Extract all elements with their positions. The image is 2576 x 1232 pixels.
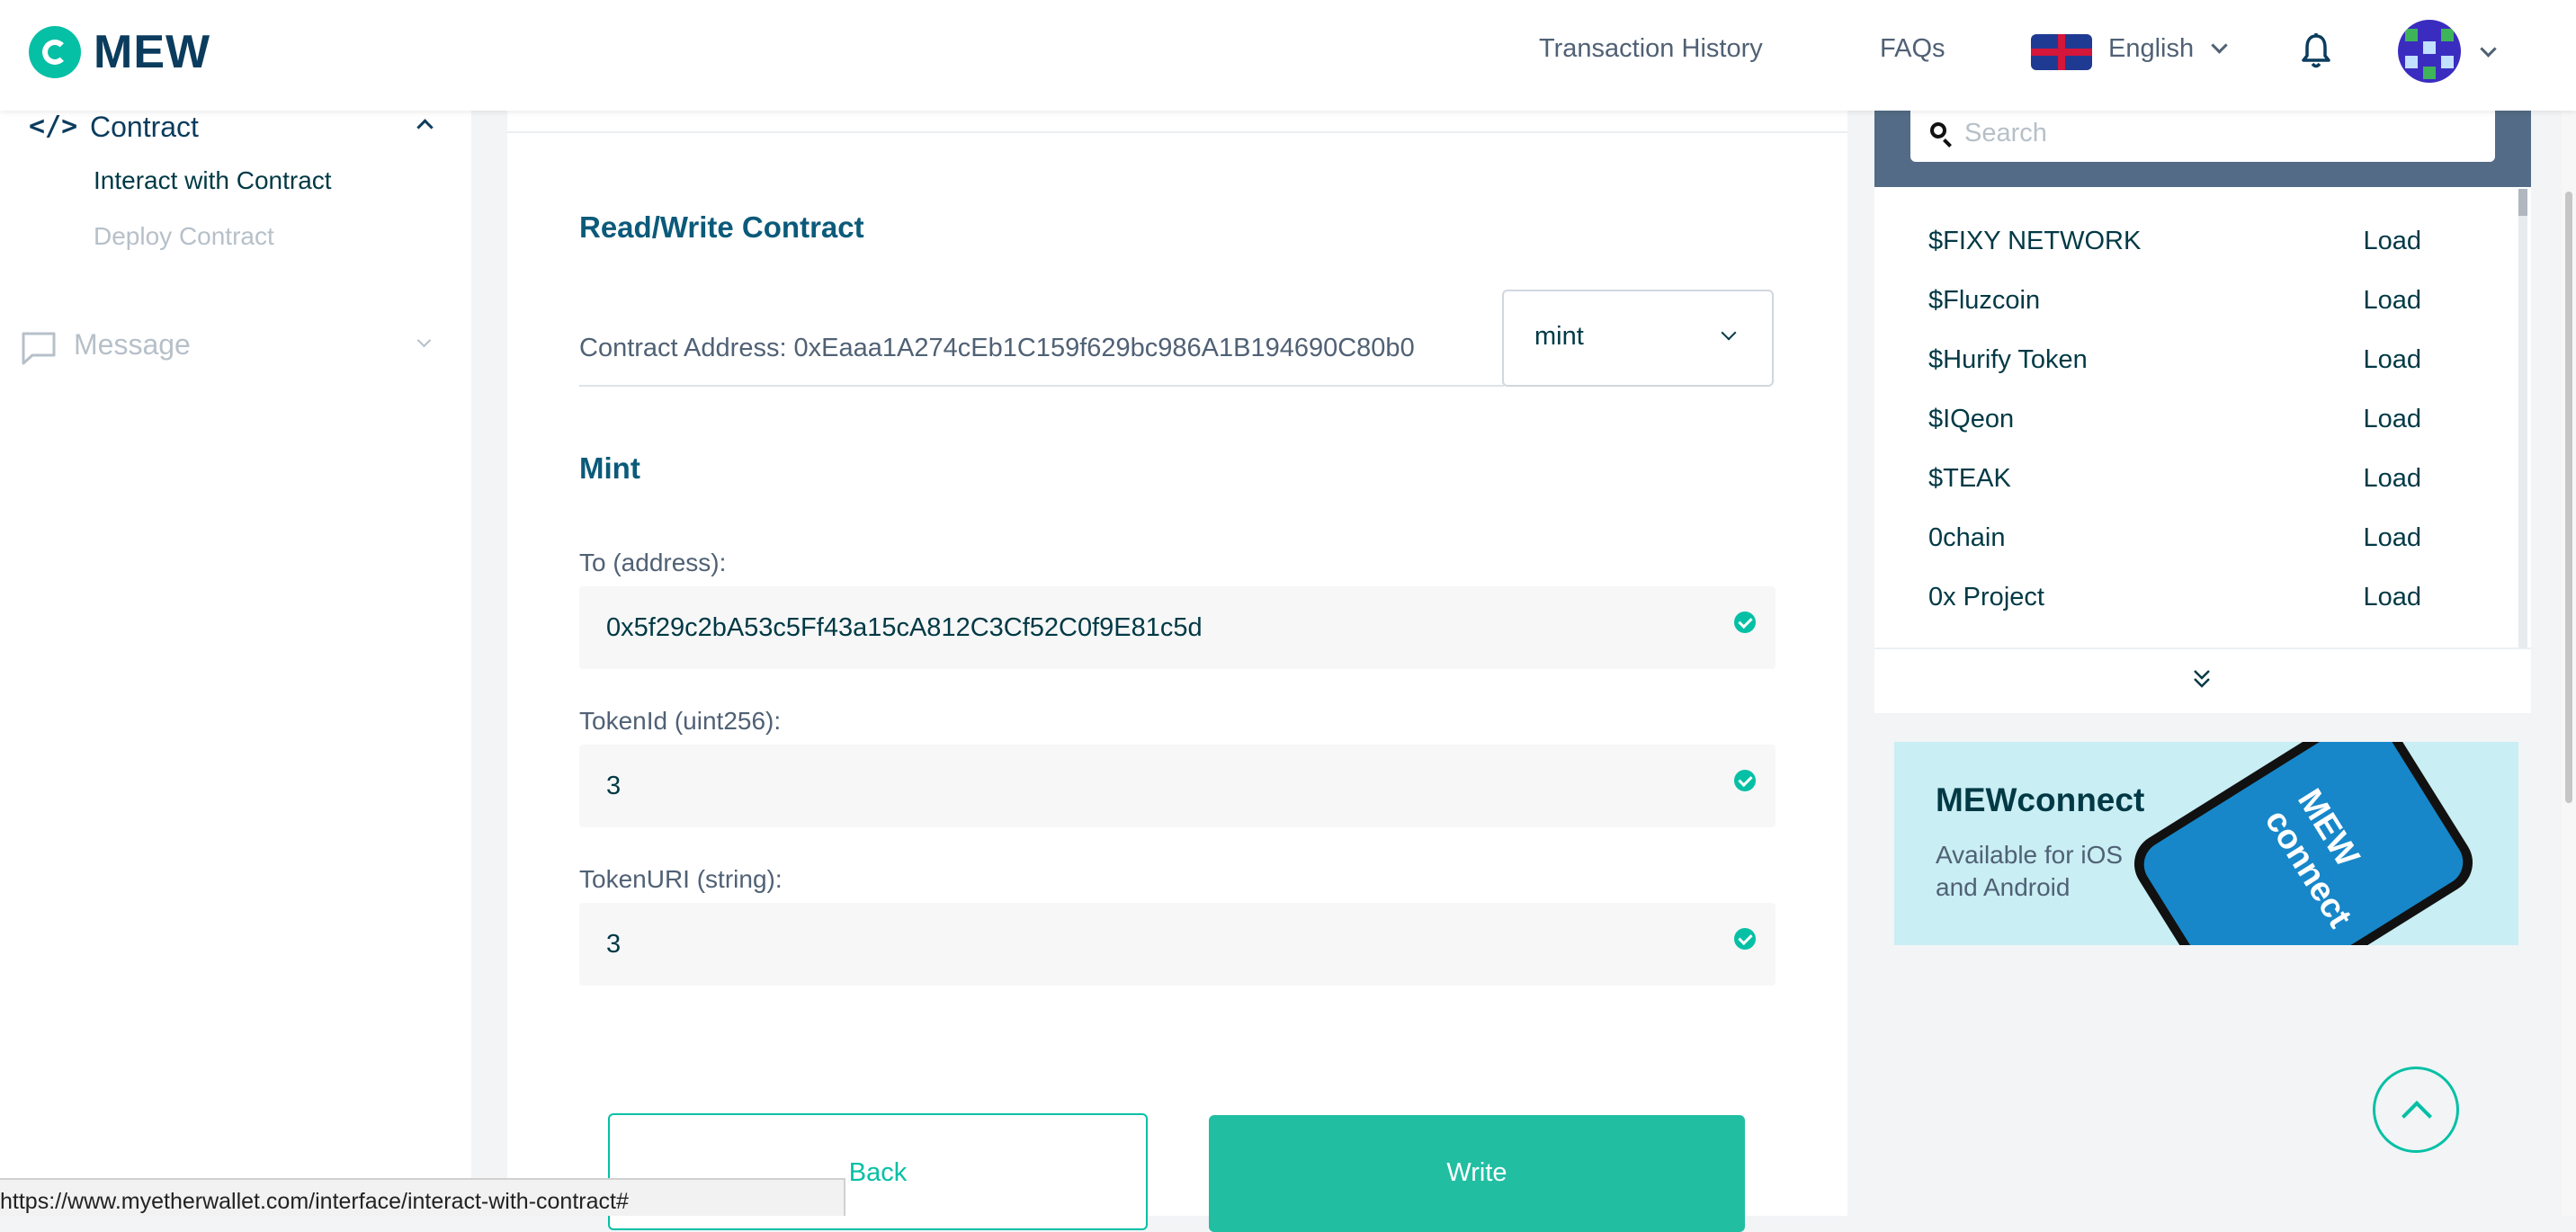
- token-search-input[interactable]: Search: [1910, 106, 2495, 162]
- search-placeholder: Search: [1964, 119, 2047, 147]
- message-icon: [22, 332, 56, 365]
- token-uri-label: TokenURI (string):: [579, 865, 783, 893]
- input-value: 3: [606, 930, 622, 959]
- language-selector[interactable]: English: [2108, 34, 2228, 64]
- uk-flag-icon: [2031, 34, 2092, 70]
- code-icon: </>: [29, 111, 78, 142]
- phone-screen-text: MEW connect: [2257, 782, 2366, 935]
- token-row: $Hurify Token Load: [1928, 345, 2421, 381]
- token-row: $TEAK Load: [1928, 464, 2421, 500]
- input-value: 3: [606, 772, 622, 800]
- divider: [1874, 647, 2531, 649]
- token-name: $IQeon: [1928, 405, 2015, 433]
- sidebar-item-interact-with-contract[interactable]: Interact with Contract: [94, 166, 332, 195]
- chevron-up-icon: [416, 119, 434, 136]
- account-chevron-icon[interactable]: [2480, 40, 2497, 58]
- token-row: 0x Project Load: [1928, 583, 2421, 619]
- token-name: $TEAK: [1928, 464, 2011, 493]
- load-button[interactable]: Load: [2363, 227, 2421, 256]
- to-address-input[interactable]: 0x5f29c2bA53c5Ff43a15cA812C3Cf52C0f9E81c…: [579, 586, 1775, 669]
- token-id-label: TokenId (uint256):: [579, 707, 782, 735]
- chevron-down-icon: [2211, 37, 2228, 54]
- token-name: $Fluzcoin: [1928, 286, 2041, 315]
- language-label: English: [2108, 34, 2195, 63]
- page-title: Read/Write Contract: [579, 210, 864, 244]
- bell-icon[interactable]: [2301, 32, 2331, 70]
- chevron-down-icon: [416, 333, 432, 348]
- mewconnect-banner[interactable]: MEWconnect Available for iOS and Android…: [1894, 742, 2518, 945]
- load-button[interactable]: Load: [2363, 583, 2421, 612]
- divider: [579, 385, 1504, 387]
- sidebar-item-deploy-contract[interactable]: Deploy Contract: [94, 222, 274, 251]
- nav-faqs[interactable]: FAQs: [1880, 34, 1945, 64]
- check-circle-icon: [1734, 612, 1756, 633]
- load-button[interactable]: Load: [2363, 286, 2421, 316]
- status-bar-url: https://www.myetherwallet.com/interface/…: [0, 1178, 845, 1216]
- nav-transaction-history[interactable]: Transaction History: [1539, 34, 1763, 64]
- token-name: $FIXY NETWORK: [1928, 227, 2142, 255]
- promo-title: MEWconnect: [1936, 781, 2145, 818]
- page-scrollbar[interactable]: [2562, 111, 2576, 1216]
- scroll-to-top-button[interactable]: [2373, 1067, 2459, 1153]
- token-uri-input[interactable]: 3: [579, 903, 1775, 986]
- input-value: 0x5f29c2bA53c5Ff43a15cA812C3Cf52C0f9E81c…: [606, 613, 1203, 642]
- search-icon: [1930, 122, 1946, 138]
- left-sidebar: </> Contract Interact with Contract Depl…: [0, 111, 471, 1216]
- token-row: $FIXY NETWORK Load: [1928, 227, 2421, 263]
- expand-chevrons-icon[interactable]: [2191, 665, 2213, 692]
- load-button[interactable]: Load: [2363, 405, 2421, 434]
- token-list-scrollbar[interactable]: [2518, 189, 2527, 647]
- contract-address-label: Contract Address: 0xEaaa1A274cEb1C159f62…: [579, 334, 1415, 362]
- write-button[interactable]: Write: [1209, 1115, 1745, 1232]
- to-address-label: To (address):: [579, 549, 727, 576]
- token-name: 0chain: [1928, 523, 2006, 552]
- sidebar-item-label: Contract: [90, 111, 199, 143]
- divider: [507, 131, 1847, 133]
- sidebar-item-label: Message: [74, 328, 191, 361]
- logo-text: MEW: [94, 26, 211, 78]
- phone-image: MEW connect: [2123, 742, 2484, 945]
- load-button[interactable]: Load: [2363, 464, 2421, 494]
- method-select-value: mint: [1534, 322, 1584, 351]
- avatar[interactable]: [2398, 20, 2461, 83]
- token-row: $IQeon Load: [1928, 405, 2421, 441]
- token-row: 0chain Load: [1928, 523, 2421, 559]
- top-header: MEW Transaction History FAQs English: [0, 0, 2576, 111]
- load-button[interactable]: Load: [2363, 345, 2421, 375]
- check-circle-icon: [1734, 770, 1756, 791]
- section-title: Mint: [579, 451, 640, 485]
- load-button[interactable]: Load: [2363, 523, 2421, 553]
- method-select[interactable]: mint: [1502, 290, 1774, 387]
- token-id-input[interactable]: 3: [579, 745, 1775, 827]
- token-name: 0x Project: [1928, 583, 2044, 612]
- token-row: $Fluzcoin Load: [1928, 286, 2421, 322]
- mew-logo-icon: [29, 26, 81, 78]
- mew-logo[interactable]: MEW: [29, 25, 210, 79]
- chevron-down-icon: [1721, 325, 1737, 341]
- check-circle-icon: [1734, 928, 1756, 950]
- token-name: $Hurify Token: [1928, 345, 2088, 374]
